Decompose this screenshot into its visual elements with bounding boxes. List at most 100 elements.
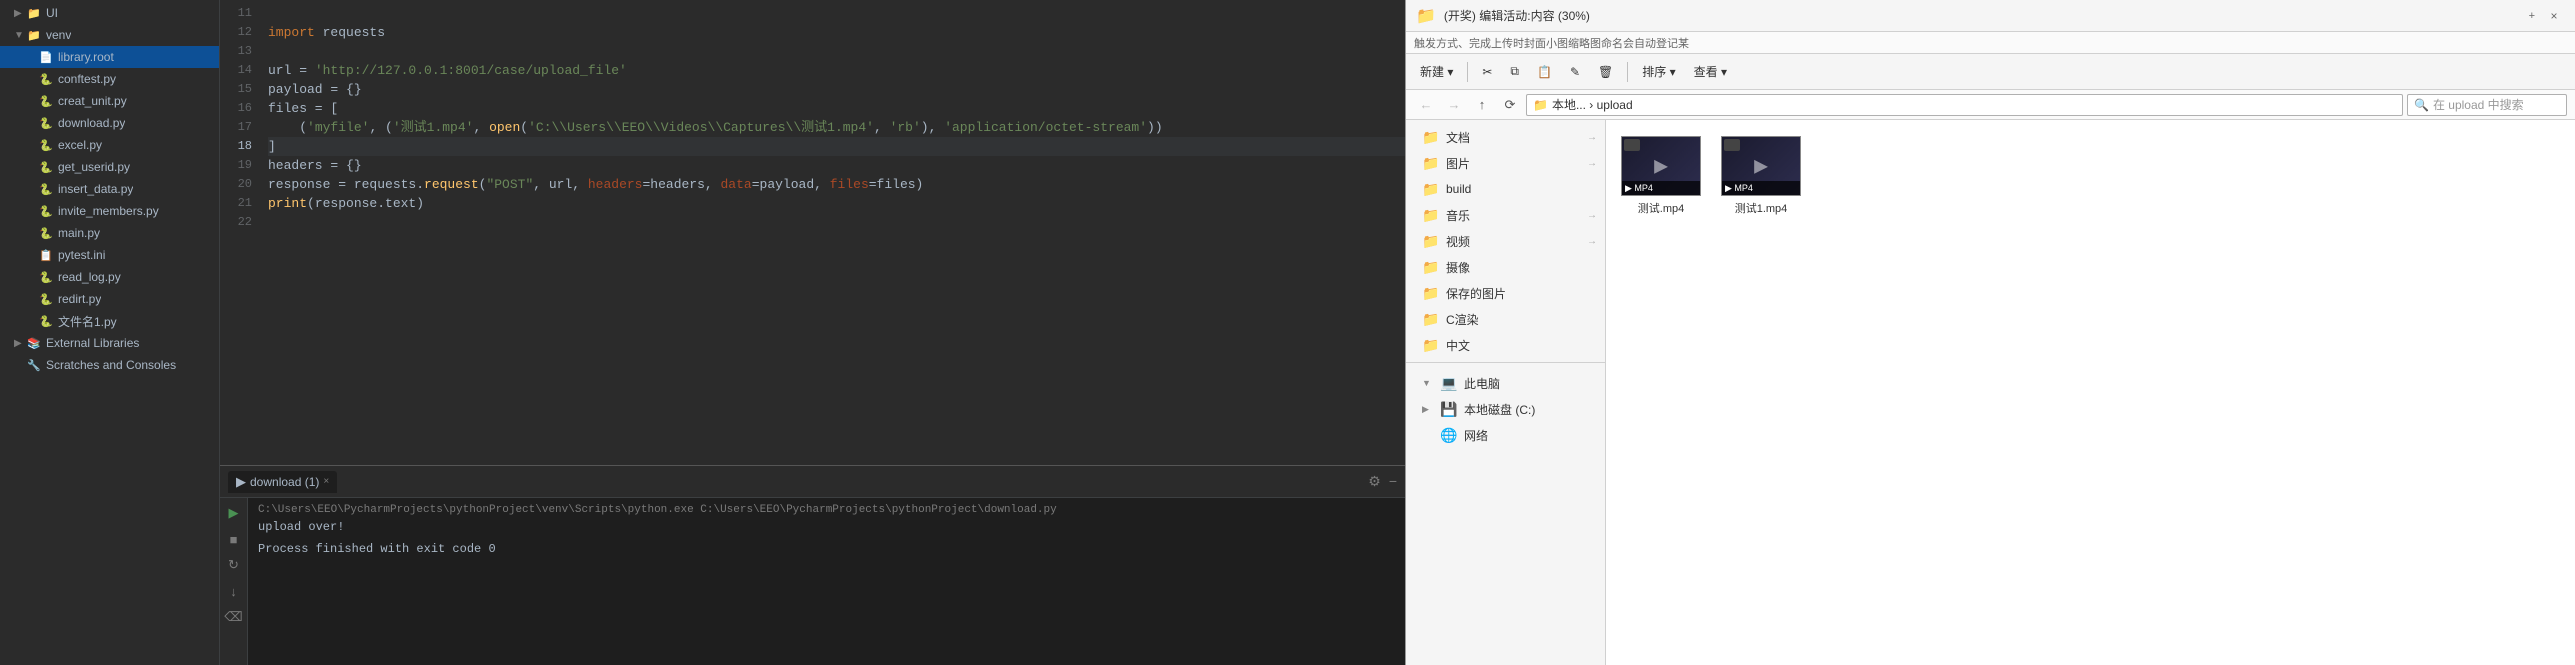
window-close-button[interactable]: × <box>2543 5 2565 27</box>
delete-button[interactable]: 🗑 <box>1590 62 1621 82</box>
forward-button[interactable]: → <box>1442 93 1466 117</box>
sidebar-label-videos: 视频 <box>1446 233 1470 250</box>
explorer-sidebar: 📁 文档 → 📁 图片 → 📁 build 📁 音乐 → 📁 视频 → <box>1406 120 1606 665</box>
sidebar-item-documents[interactable]: 📁 文档 → <box>1406 124 1605 150</box>
tree-item-ui[interactable]: ▶ 📁 UI <box>0 2 219 24</box>
tree-item-pytest-ini[interactable]: 📋 pytest.ini <box>0 244 219 266</box>
sidebar-item-local-disk[interactable]: ▶ 💾 本地磁盘 (C:) <box>1406 396 1605 422</box>
sidebar-item-build[interactable]: 📁 build <box>1406 176 1605 202</box>
line-num-17: 17 <box>220 118 252 137</box>
sort-button[interactable]: 排序 ▾ <box>1634 60 1683 83</box>
run-button[interactable]: ▶ <box>223 502 245 524</box>
back-button[interactable]: ← <box>1414 93 1438 117</box>
stop-button[interactable]: ■ <box>223 528 245 550</box>
file-name-0: 测试.mp4 <box>1638 200 1684 216</box>
tree-item-excel[interactable]: 🐍 excel.py <box>0 134 219 156</box>
tree-item-redirt[interactable]: 🐍 redirt.py <box>0 288 219 310</box>
py-icon-creat: 🐍 <box>38 93 54 109</box>
code-line-19: headers = {} <box>268 156 1405 175</box>
code-lines[interactable]: import requests url = 'http://127.0.0.1:… <box>260 0 1405 465</box>
sidebar-item-pictures[interactable]: 📁 图片 → <box>1406 150 1605 176</box>
sidebar-pin-music: → <box>1587 210 1597 221</box>
tree-item-scratches[interactable]: 🔧 Scratches and Consoles <box>0 354 219 376</box>
thispc-arrow: ▼ <box>1422 378 1434 388</box>
line-num-16: 16 <box>220 99 252 118</box>
file-thumbnail-1: ▶ MP4 <box>1721 136 1801 196</box>
settings-icon[interactable]: ⚙ <box>1368 473 1381 490</box>
sidebar-item-music[interactable]: 📁 音乐 → <box>1406 202 1605 228</box>
tree-item-external-libs[interactable]: ▶ 📚 External Libraries <box>0 332 219 354</box>
code-line-16: files = [ <box>268 99 1405 118</box>
code-line-22 <box>268 213 1405 232</box>
up-button[interactable]: ↑ <box>1470 93 1494 117</box>
line-num-14: 14 <box>220 61 252 80</box>
tree-item-get-userid[interactable]: 🐍 get_userid.py <box>0 156 219 178</box>
paste-button[interactable]: 📋 <box>1529 62 1560 82</box>
sidebar-divider <box>1406 362 1605 370</box>
new-button[interactable]: 新建 ▾ <box>1412 60 1461 83</box>
window-tab-plus[interactable]: + <box>2529 10 2535 22</box>
line-num-21: 21 <box>220 194 252 213</box>
folder-icon-captures: 📁 <box>1422 259 1440 276</box>
scroll-end-button[interactable]: ↓ <box>223 580 245 602</box>
cut-button[interactable]: ✂ <box>1474 62 1500 82</box>
py-icon-insertdata: 🐍 <box>38 181 54 197</box>
sidebar-label-local-disk: 本地磁盘 (C:) <box>1464 401 1535 418</box>
video-icon-0 <box>1624 139 1640 151</box>
scratch-icon: 🔧 <box>26 357 42 373</box>
folder-icon-ui: 📁 <box>26 5 42 21</box>
terminal-content[interactable]: C:\Users\EEO\PycharmProjects\pythonProje… <box>248 498 1405 665</box>
minimize-icon[interactable]: − <box>1389 473 1397 490</box>
tree-item-conftest[interactable]: 🐍 conftest.py <box>0 68 219 90</box>
address-input[interactable]: 📁 本地... › upload <box>1526 94 2403 116</box>
project-tree: ▶ 📁 UI ▼ 📁 venv 📄 library.root 🐍 conftes… <box>0 0 219 665</box>
tree-item-read-log[interactable]: 🐍 read_log.py <box>0 266 219 288</box>
clear-button[interactable]: ⌫ <box>223 606 245 628</box>
tree-item-creat-unit[interactable]: 🐍 creat_unit.py <box>0 90 219 112</box>
search-box[interactable]: 🔍 在 upload 中搜索 <box>2407 94 2567 116</box>
sidebar-label-crender: C渲染 <box>1446 311 1479 328</box>
sidebar-item-network[interactable]: 🌐 网络 <box>1406 422 1605 448</box>
file-item-1[interactable]: ▶ MP4 测试1.mp4 <box>1716 130 1806 222</box>
tree-item-file1[interactable]: 🐍 文件名1.py <box>0 310 219 332</box>
folder-icon-chinese: 📁 <box>1422 337 1440 354</box>
sidebar-item-saved-pictures[interactable]: 📁 保存的图片 <box>1406 280 1605 306</box>
py-icon-invite: 🐍 <box>38 203 54 219</box>
rename-button[interactable]: ✎ <box>1562 62 1588 82</box>
tree-item-download[interactable]: 🐍 download.py <box>0 112 219 134</box>
search-placeholder: 在 upload 中搜索 <box>2433 96 2524 113</box>
file-item-0[interactable]: ▶ MP4 测试.mp4 <box>1616 130 1706 222</box>
sidebar-pin-pictures: → <box>1587 158 1597 169</box>
tree-item-insert-data[interactable]: 🐍 insert_data.py <box>0 178 219 200</box>
tree-item-invite-members[interactable]: 🐍 invite_members.py <box>0 200 219 222</box>
copy-button[interactable]: ⧉ <box>1502 61 1527 82</box>
sidebar-label-pictures: 图片 <box>1446 155 1470 172</box>
file-thumbnail-0: ▶ MP4 <box>1621 136 1701 196</box>
refresh-button[interactable]: ⟳ <box>1498 93 1522 117</box>
folder-icon-videos: 📁 <box>1422 233 1440 250</box>
rerun-button[interactable]: ↻ <box>223 554 245 576</box>
tree-item-library-root[interactable]: 📄 library.root <box>0 46 219 68</box>
sidebar-item-captures[interactable]: 📁 摄像 <box>1406 254 1605 280</box>
tree-item-venv[interactable]: ▼ 📁 venv <box>0 24 219 46</box>
sidebar-item-videos[interactable]: 📁 视频 → <box>1406 228 1605 254</box>
sidebar-label-thispc: 此电脑 <box>1464 375 1500 392</box>
explorer-content[interactable]: ▶ MP4 测试.mp4 ▶ MP4 测试1.mp4 <box>1606 120 2575 665</box>
video-label-1: ▶ MP4 <box>1725 183 1753 194</box>
tree-label-pytest: pytest.ini <box>58 248 105 262</box>
code-line-15: payload = {} <box>268 80 1405 99</box>
tree-item-main[interactable]: 🐍 main.py <box>0 222 219 244</box>
sidebar-label-build: build <box>1446 182 1471 196</box>
code-line-11 <box>268 4 1405 23</box>
sidebar-item-chinese[interactable]: 📁 中文 <box>1406 332 1605 358</box>
line-num-19: 19 <box>220 156 252 175</box>
sidebar-item-c-render[interactable]: 📁 C渲染 <box>1406 306 1605 332</box>
code-area[interactable]: 11 12 13 14 15 16 17 18 19 20 21 22 impo… <box>220 0 1405 465</box>
sidebar-item-thispc[interactable]: ▼ 💻 此电脑 <box>1406 370 1605 396</box>
folder-icon-build: 📁 <box>1422 181 1440 198</box>
view-button[interactable]: 查看 ▾ <box>1686 60 1735 83</box>
run-tab-close[interactable]: × <box>323 476 329 487</box>
project-tree-panel: ▶ 📁 UI ▼ 📁 venv 📄 library.root 🐍 conftes… <box>0 0 220 665</box>
run-tab[interactable]: ▶ download (1) × <box>228 471 337 493</box>
window-title-bar: 📁 (开奖) 编辑活动:内容 (30%) + × <box>1406 0 2575 32</box>
